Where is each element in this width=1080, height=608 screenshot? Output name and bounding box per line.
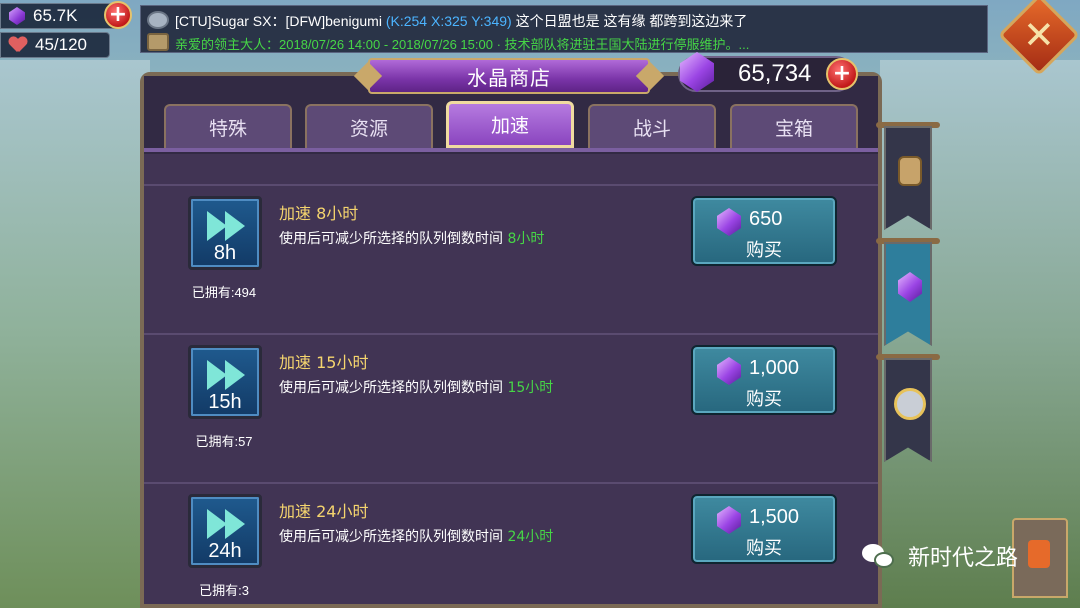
heart-icon [9, 37, 27, 53]
item-duration-highlight: 15小时 [507, 380, 554, 396]
system-notice: 亲爱的领主大人：2018/07/26 14:00 - 2018/07/26 15… [175, 37, 750, 52]
chat-sender: [CTU]Sugar SX：[DFW]benigumi [175, 13, 386, 29]
wechat-icon [862, 542, 898, 570]
add-gems-button[interactable]: + [104, 1, 132, 29]
gem-icon [717, 357, 741, 385]
item-price: 1,500 [749, 506, 800, 528]
item-owned-count: 已拥有:3 [199, 583, 249, 598]
buy-button[interactable]: 1,500 购买 [691, 494, 837, 564]
gem-counter: 65.7K [0, 3, 120, 29]
tab-chests[interactable]: 宝箱 [730, 104, 858, 148]
list-item: 24h 已拥有:3 加速 24小时 使用后可减少所选择的队列倒数时间 24小时 … [144, 482, 878, 608]
background-left [0, 60, 150, 608]
item-owned-count: 已拥有:494 [191, 285, 257, 300]
chat-bar[interactable]: [CTU]Sugar SX：[DFW]benigumi (K:254 X:325… [140, 5, 988, 53]
watermark-text: 新时代之路 [908, 546, 1019, 571]
item-description: 使用后可减少所选择的队列倒数时间 24小时 [279, 529, 554, 545]
castle-icon[interactable] [1012, 518, 1068, 598]
side-tab-guild[interactable] [884, 358, 932, 462]
buy-button[interactable]: 650 购买 [691, 196, 837, 266]
speedup-item-icon[interactable]: 24h [188, 494, 262, 568]
gem-icon [898, 272, 922, 302]
speedup-item-icon[interactable]: 8h [188, 196, 262, 270]
gem-icon [717, 208, 741, 236]
tab-speedup[interactable]: 加速 [446, 101, 574, 148]
bag-icon [898, 156, 922, 186]
close-icon: ✕ [1023, 13, 1055, 57]
speedup-item-icon[interactable]: 15h [188, 345, 262, 419]
gem-icon [717, 506, 741, 534]
system-chest-icon [147, 33, 169, 51]
gem-balance-value: 65,734 [738, 60, 812, 87]
tab-special[interactable]: 特殊 [164, 104, 292, 148]
speedup-arrows-icon [207, 509, 247, 539]
item-owned-count: 已拥有:57 [195, 434, 253, 449]
chat-message: [CTU]Sugar SX：[DFW]benigumi (K:254 X:325… [175, 11, 747, 31]
item-description: 使用后可减少所选择的队列倒数时间 15小时 [279, 380, 554, 396]
plus-icon: + [832, 61, 852, 86]
stamina-counter: 45/120 [0, 32, 110, 58]
shield-icon [894, 388, 926, 420]
watermark: 新时代之路 [862, 540, 1018, 572]
buy-label: 购买 [746, 389, 782, 410]
chat-text: 这个日盟也是 这有缘 都跨到这边来了 [511, 13, 748, 29]
item-name: 加速 15小时 [279, 353, 369, 372]
side-tab-packs[interactable] [884, 126, 932, 230]
gem-icon [9, 7, 25, 25]
item-name: 加速 8小时 [279, 204, 359, 223]
buy-label: 购买 [746, 538, 782, 559]
item-price: 650 [749, 208, 783, 230]
item-description: 使用后可减少所选择的队列倒数时间 8小时 [279, 231, 545, 247]
tab-resources[interactable]: 资源 [305, 104, 433, 148]
buy-label: 购买 [746, 240, 782, 261]
shop-title: 水晶商店 [368, 58, 650, 94]
gem-count: 65.7K [33, 6, 78, 25]
chat-bubble-icon [147, 11, 169, 29]
side-tab-gem-shop[interactable] [884, 242, 932, 346]
tab-combat[interactable]: 战斗 [588, 104, 716, 148]
item-name: 加速 24小时 [279, 502, 369, 521]
speedup-arrows-icon [207, 360, 247, 390]
buy-button[interactable]: 1,000 购买 [691, 345, 837, 415]
item-duration-highlight: 8小时 [507, 231, 545, 247]
item-duration: 15h [208, 391, 242, 413]
chat-coords-link[interactable]: (K:254 X:325 Y:349) [386, 13, 512, 29]
item-duration-highlight: 24小时 [507, 529, 554, 545]
buy-gems-button[interactable]: + [826, 58, 858, 90]
list-item: 15h 已拥有:57 加速 15小时 使用后可减少所选择的队列倒数时间 15小时… [144, 333, 878, 481]
tab-underline [144, 148, 878, 152]
item-duration: 24h [208, 540, 242, 562]
stamina-count: 45/120 [35, 35, 87, 54]
list-item: 8h 已拥有:494 加速 8小时 使用后可减少所选择的队列倒数时间 8小时 6… [144, 184, 878, 332]
speedup-arrows-icon [207, 211, 247, 241]
plus-icon: + [108, 2, 128, 27]
item-price: 1,000 [749, 357, 800, 379]
item-duration: 8h [213, 242, 237, 264]
